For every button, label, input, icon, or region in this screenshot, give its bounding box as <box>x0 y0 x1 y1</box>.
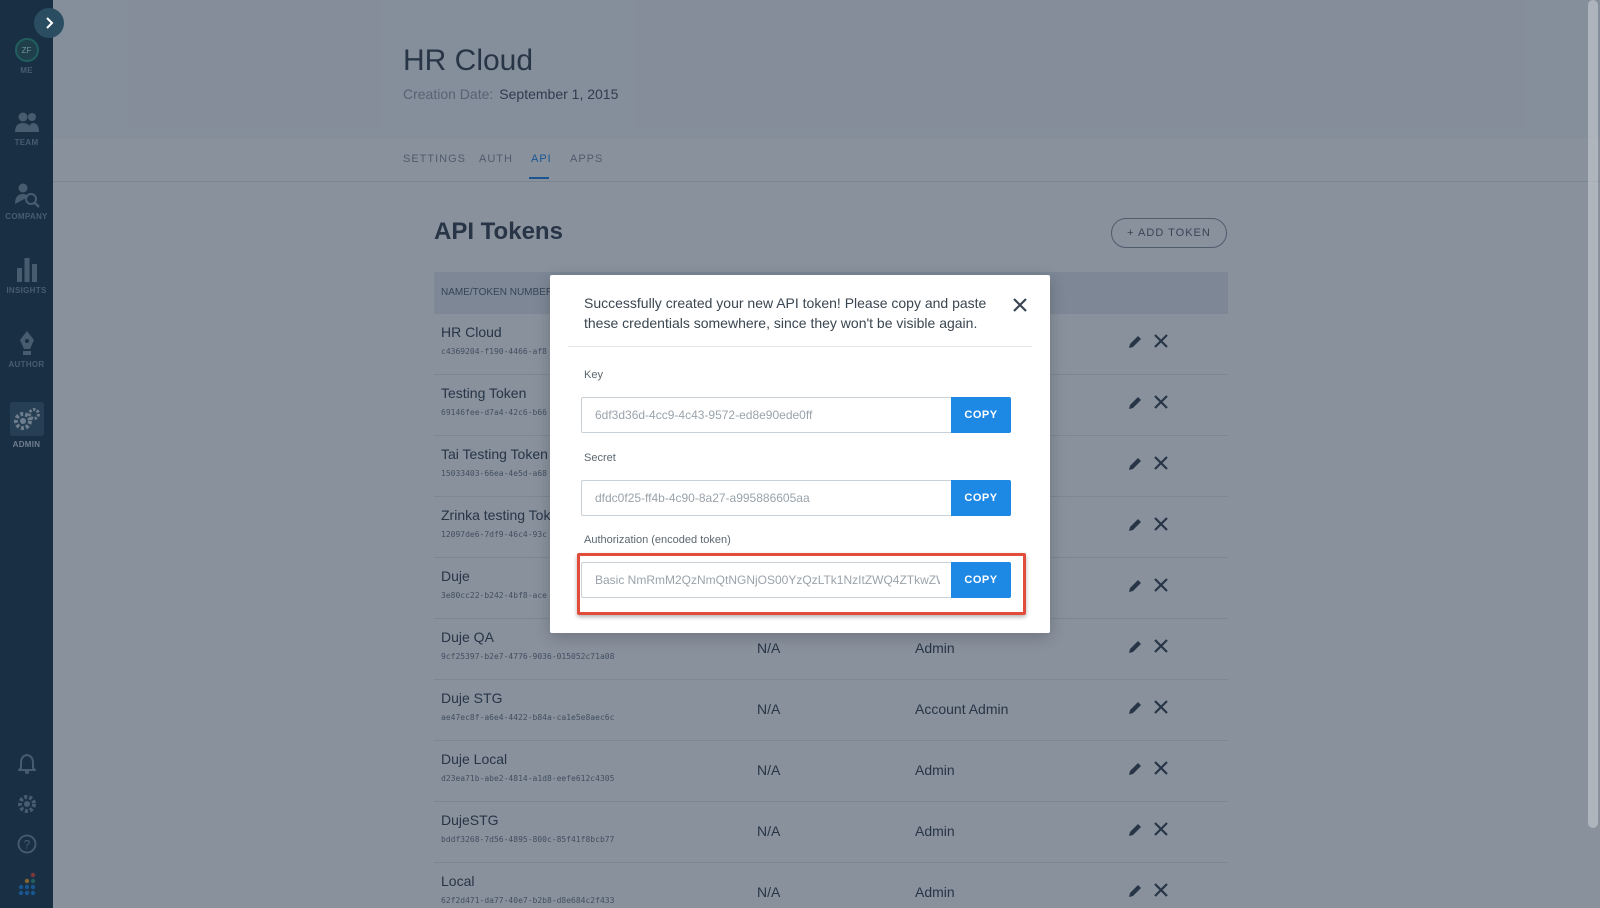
sidebar-toggle-button[interactable] <box>34 8 64 38</box>
chevron-right-icon <box>46 17 54 29</box>
highlight-annotation <box>577 553 1026 615</box>
secret-field: COPY <box>581 480 1011 516</box>
key-label: Key <box>584 369 603 381</box>
copy-secret-button[interactable]: COPY <box>951 480 1011 516</box>
token-created-dialog: Successfully created your new API token!… <box>550 275 1050 633</box>
secret-label: Secret <box>584 452 616 464</box>
dialog-message: Successfully created your new API token!… <box>584 295 987 331</box>
dialog-divider <box>568 346 1032 347</box>
key-input[interactable] <box>582 398 953 432</box>
close-icon[interactable] <box>1011 296 1029 314</box>
authorization-label: Authorization (encoded token) <box>584 534 731 546</box>
copy-key-button[interactable]: COPY <box>951 397 1011 433</box>
scrollbar[interactable] <box>1588 0 1598 828</box>
key-field: COPY <box>581 397 1011 433</box>
secret-input[interactable] <box>582 481 953 515</box>
